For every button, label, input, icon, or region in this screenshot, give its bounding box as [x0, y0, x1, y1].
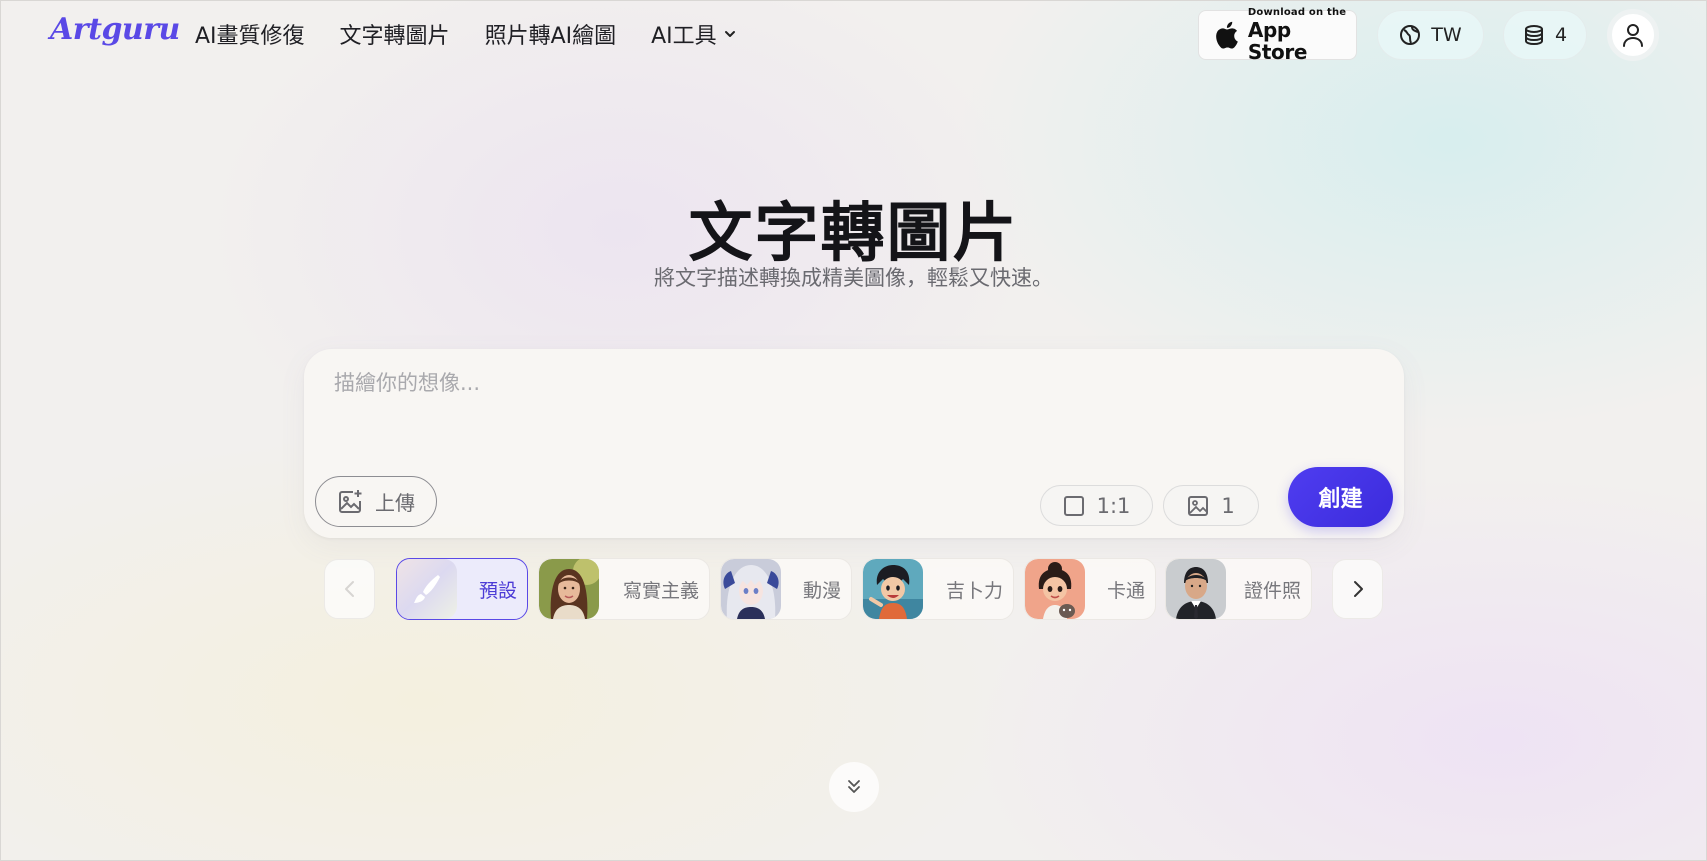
page-subtitle: 將文字描述轉換成精美圖像，輕鬆又快速。 — [654, 266, 1053, 290]
square-icon — [1063, 495, 1084, 516]
language-label: TW — [1431, 24, 1462, 46]
coins-stack-icon — [1524, 25, 1543, 46]
nav-label: 照片轉AI繪圖 — [484, 24, 617, 49]
main-nav: AI畫質修復 文字轉圖片 照片轉AI繪圖 AI工具 — [195, 18, 737, 50]
user-avatar-button[interactable] — [1607, 9, 1659, 61]
style-chip-id-photo[interactable]: 證件照 — [1165, 558, 1312, 620]
style-label: 證件照 — [1243, 579, 1301, 602]
nav-label: AI畫質修復 — [195, 24, 305, 49]
image-count-selector[interactable]: 1 — [1163, 485, 1259, 526]
style-label: 吉卜力 — [945, 579, 1003, 602]
apple-icon — [1216, 21, 1238, 49]
app-store-big-text: App Store — [1247, 18, 1308, 64]
nav-label: 文字轉圖片 — [339, 24, 450, 49]
prompt-input[interactable] — [334, 367, 1374, 457]
styles-prev-button[interactable] — [324, 559, 375, 619]
nav-text-to-image[interactable]: 文字轉圖片 — [340, 18, 450, 50]
anime-girl — [721, 559, 781, 619]
cartoon-girl — [1025, 559, 1085, 619]
create-button[interactable]: 創建 — [1288, 467, 1393, 527]
brush-icon — [397, 559, 457, 619]
style-chip-ghibli[interactable]: 吉卜力 — [862, 558, 1014, 620]
style-label: 動漫 — [802, 579, 841, 602]
style-chip-cartoon[interactable]: 卡通 — [1024, 558, 1156, 620]
nav-ai-image-enhance[interactable]: AI畫質修復 — [195, 18, 305, 50]
logo[interactable]: Artguru — [50, 12, 180, 47]
upload-image-button[interactable]: 上傳 — [315, 476, 437, 527]
double-chevron-down-icon — [848, 780, 860, 793]
aspect-ratio-value: 1:1 — [1096, 493, 1131, 518]
user-icon — [1623, 24, 1643, 47]
nav-label: AI工具 — [651, 24, 717, 49]
chevron-left-icon — [344, 581, 354, 597]
nav-ai-tools-dropdown[interactable]: AI工具 — [651, 18, 737, 50]
image-add-icon — [339, 489, 362, 513]
styles-next-button[interactable] — [1332, 559, 1383, 619]
aspect-ratio-selector[interactable]: 1:1 — [1040, 485, 1153, 526]
globe-icon — [1400, 25, 1421, 45]
portrait-woman — [539, 559, 599, 619]
style-chip-default[interactable]: 預設 — [396, 558, 528, 620]
image-count-value: 1 — [1221, 493, 1235, 518]
ghibli-boy — [863, 559, 923, 619]
app-store-text: Download on the App Store — [1248, 7, 1356, 63]
chevron-down-icon — [724, 31, 735, 37]
app-store-badge[interactable]: Download on the App Store — [1198, 7, 1357, 63]
style-label: 寫實主義 — [622, 579, 699, 602]
credits-count: 4 — [1554, 24, 1568, 46]
scroll-down-button[interactable] — [829, 762, 879, 812]
language-selector[interactable]: TW — [1377, 10, 1484, 60]
page-title: 文字轉圖片 — [688, 197, 1019, 271]
chevron-right-icon — [1353, 581, 1363, 597]
id-photo-man — [1166, 559, 1226, 619]
nav-photo-to-ai-art[interactable]: 照片轉AI繪圖 — [485, 18, 617, 50]
style-chip-realism[interactable]: 寫實主義 — [538, 558, 710, 620]
upload-label: 上傳 — [375, 491, 415, 515]
style-chip-anime[interactable]: 動漫 — [720, 558, 852, 620]
credits-indicator[interactable]: 4 — [1503, 10, 1587, 60]
image-icon — [1188, 495, 1209, 516]
prompt-card: 上傳 1:1 1 創建 — [304, 349, 1404, 538]
style-label: 卡通 — [1106, 579, 1145, 602]
style-label: 預設 — [478, 579, 517, 602]
